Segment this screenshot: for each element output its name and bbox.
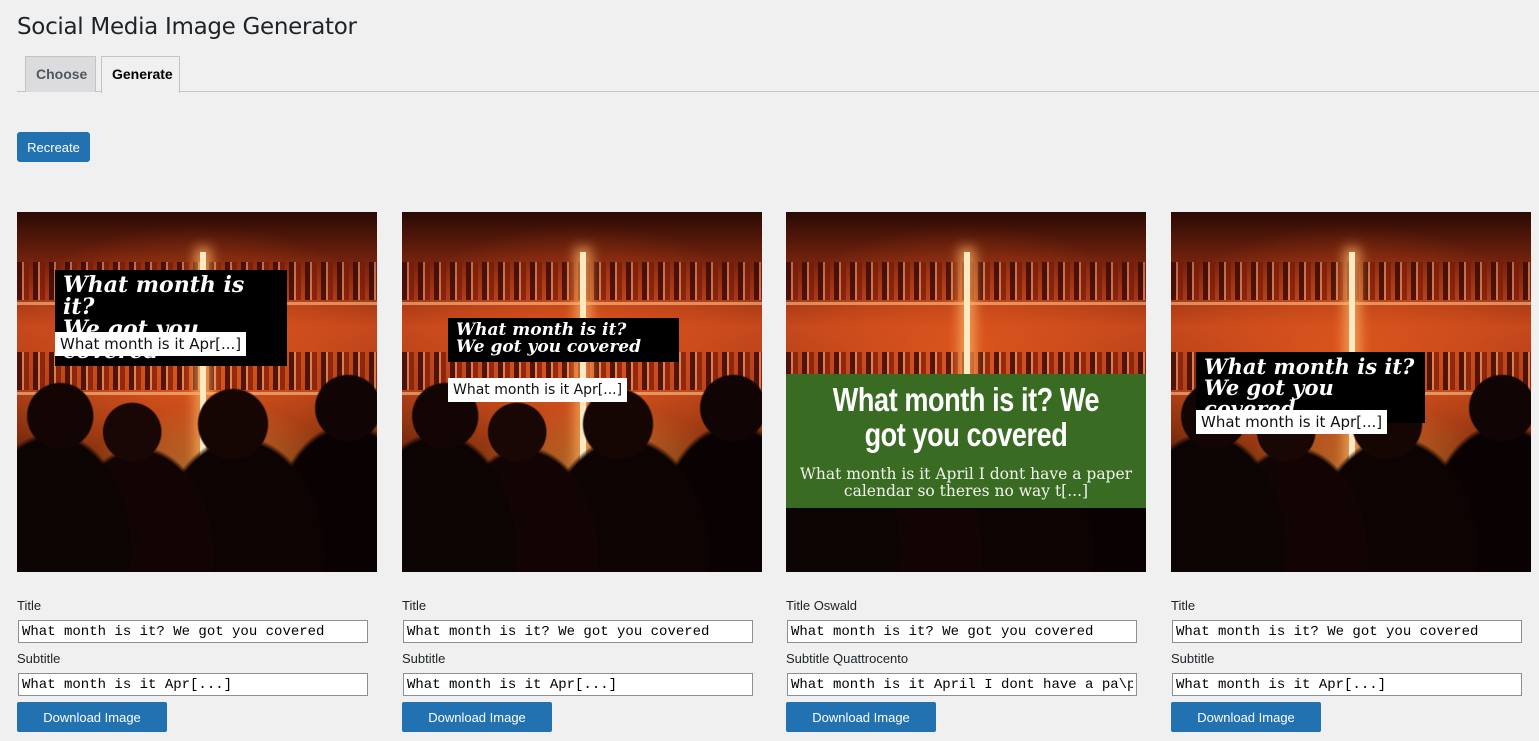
- title-label: Title Oswald: [786, 598, 858, 613]
- tab-choose[interactable]: Choose: [25, 56, 96, 92]
- image-subtitle-box: What month is it Apr[...]: [448, 378, 628, 402]
- download-image-button[interactable]: Download Image: [402, 702, 552, 732]
- title-input[interactable]: [403, 620, 753, 643]
- image-title-line-2: We got you covered: [456, 337, 641, 357]
- download-image-button[interactable]: Download Image: [786, 702, 936, 732]
- image-card-1: What month is it? We got you covered Wha…: [17, 212, 377, 732]
- page-title: Social Media Image Generator: [17, 14, 357, 40]
- image-title-line-1: What month is it?: [63, 272, 245, 320]
- image-card-2: What month is it? We got you covered Wha…: [402, 212, 762, 732]
- download-image-button[interactable]: Download Image: [1171, 702, 1321, 732]
- subtitle-label: Subtitle Quattrocento: [786, 651, 909, 666]
- generated-image-preview: What month is it? We got you covered Wha…: [402, 212, 762, 572]
- subtitle-label: Subtitle: [402, 651, 446, 666]
- image-card-4: What month is it? We got you covered Wha…: [1171, 212, 1531, 732]
- image-card-3: What month is it? We got you covered Wha…: [786, 212, 1146, 732]
- subtitle-input[interactable]: [18, 673, 368, 696]
- image-title-line-1: What month is it?: [1204, 354, 1415, 379]
- tab-generate[interactable]: Generate: [101, 56, 180, 93]
- subtitle-input[interactable]: [403, 673, 753, 696]
- title-label: Title: [1171, 598, 1196, 613]
- image-title-box: What month is it? We got you covered: [448, 318, 679, 362]
- subtitle-input[interactable]: [1172, 673, 1522, 696]
- generated-image-preview: What month is it? We got you covered Wha…: [1171, 212, 1531, 572]
- title-label: Title: [17, 598, 42, 613]
- generated-image-preview: What month is it? We got you covered Wha…: [17, 212, 377, 572]
- image-subtitle-box: What month is it Apr[...]: [1196, 410, 1388, 434]
- crowd-silhouettes: [402, 372, 762, 572]
- title-input[interactable]: [787, 620, 1137, 643]
- subtitle-label: Subtitle: [17, 651, 61, 666]
- image-title: What month is it? We got you covered: [832, 381, 1100, 453]
- title-input[interactable]: [1172, 620, 1522, 643]
- image-subtitle-box: What month is it Apr[...]: [55, 332, 247, 356]
- generated-image-preview: What month is it? We got you covered Wha…: [786, 212, 1146, 572]
- tab-bar: Choose Generate: [17, 56, 1539, 93]
- image-subtitle: What month is it April I dont have a pap…: [799, 465, 1133, 500]
- image-green-band: What month is it? We got you covered Wha…: [786, 374, 1146, 508]
- title-input[interactable]: [18, 620, 368, 643]
- title-label: Title: [402, 598, 427, 613]
- crowd-silhouettes: [17, 372, 377, 572]
- download-image-button[interactable]: Download Image: [17, 702, 167, 732]
- recreate-button[interactable]: Recreate: [17, 132, 90, 162]
- subtitle-input[interactable]: [787, 673, 1137, 696]
- subtitle-label: Subtitle: [1171, 651, 1215, 666]
